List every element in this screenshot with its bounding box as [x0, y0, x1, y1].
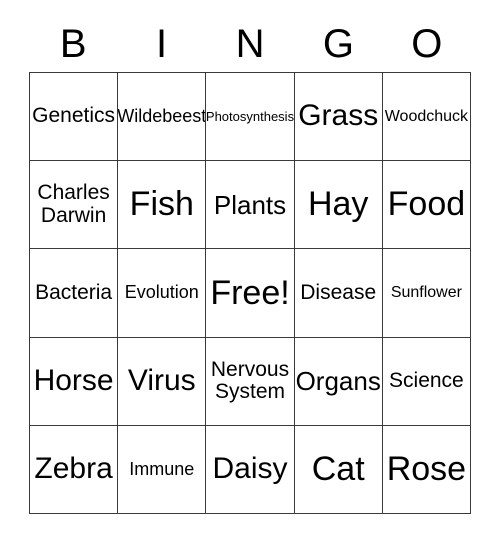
bingo-cell-r4c4[interactable]: Organs	[294, 337, 383, 426]
bingo-header-letter-n: N	[235, 22, 265, 66]
bingo-cell-r2c4[interactable]: Hay	[294, 161, 383, 250]
bingo-cell-r3c2[interactable]: Evolution	[118, 249, 207, 338]
bingo-free-space-label: Free!	[210, 273, 290, 312]
bingo-cell-r1c4[interactable]: Grass	[294, 73, 383, 162]
bingo-cell-label: Genetics	[32, 104, 116, 128]
bingo-cell-label: Virus	[127, 364, 196, 397]
bingo-cell-r4c1[interactable]: Horse	[30, 337, 119, 426]
bingo-cell-r2c5[interactable]: Food	[382, 161, 471, 250]
bingo-grid: Genetics Wildebeest Photosynthesis Grass…	[29, 72, 471, 514]
bingo-cell-r3c5[interactable]: Sunflower	[382, 249, 471, 338]
bingo-cell-label: Woodchuck	[384, 107, 469, 125]
bingo-cell-label: Grass	[298, 99, 379, 133]
bingo-header-letter-g: G	[322, 22, 354, 66]
bingo-cell-r1c3[interactable]: Photosynthesis	[206, 73, 295, 162]
bingo-cell-r5c2[interactable]: Immune	[118, 425, 207, 514]
bingo-cell-label: Nervous System	[210, 357, 290, 404]
bingo-cell-label: Disease	[300, 280, 377, 304]
bingo-cell-r4c3[interactable]: Nervous System	[206, 337, 295, 426]
bingo-cell-label: Bacteria	[35, 280, 113, 304]
bingo-cell-label: Wildebeest	[118, 105, 207, 126]
bingo-cell-label: Daisy	[212, 452, 288, 486]
bingo-cell-label: Horse	[33, 364, 114, 397]
bingo-cell-label: Zebra	[34, 452, 113, 486]
bingo-cell-label: Science	[389, 368, 464, 392]
bingo-cell-r5c4[interactable]: Cat	[294, 425, 383, 514]
bingo-cell-label: Photosynthesis	[206, 108, 295, 124]
bingo-cell-r2c3[interactable]: Plants	[206, 161, 295, 250]
bingo-cell-label: Fish	[129, 185, 194, 224]
bingo-cell-r3c4[interactable]: Disease	[294, 249, 383, 338]
bingo-cell-r3c1[interactable]: Bacteria	[30, 249, 119, 338]
bingo-cell-label: Hay	[307, 185, 369, 224]
bingo-cell-r1c5[interactable]: Woodchuck	[382, 73, 471, 162]
bingo-header-row: B I N G O	[29, 16, 471, 72]
bingo-card: B I N G O Genetics Wildebeest Photosynth…	[0, 0, 500, 544]
bingo-header-letter-o: O	[411, 22, 443, 66]
bingo-cell-r1c2[interactable]: Wildebeest	[118, 73, 207, 162]
bingo-header-letter-i: I	[156, 22, 168, 66]
bingo-cell-r4c5[interactable]: Science	[382, 337, 471, 426]
bingo-cell-r5c5[interactable]: Rose	[382, 425, 471, 514]
bingo-cell-label: Cat	[311, 450, 365, 489]
bingo-cell-label: Rose	[386, 450, 467, 489]
bingo-cell-r4c2[interactable]: Virus	[118, 337, 207, 426]
bingo-cell-label: Sunflower	[390, 284, 462, 302]
bingo-cell-free-space[interactable]: Free!	[206, 249, 295, 338]
bingo-cell-r1c1[interactable]: Genetics	[30, 73, 119, 162]
bingo-cell-label: Food	[387, 185, 466, 224]
bingo-cell-label: Organs	[295, 366, 381, 397]
bingo-header-letter-b: B	[59, 22, 87, 66]
bingo-cell-r5c1[interactable]: Zebra	[30, 425, 119, 514]
bingo-cell-r5c3[interactable]: Daisy	[206, 425, 295, 514]
bingo-cell-label: Plants	[213, 189, 287, 220]
bingo-cell-label: Evolution	[124, 282, 199, 303]
bingo-cell-r2c2[interactable]: Fish	[118, 161, 207, 250]
bingo-cell-label: Charles Darwin	[37, 181, 110, 227]
bingo-cell-label: Immune	[129, 458, 195, 479]
bingo-cell-r2c1[interactable]: Charles Darwin	[30, 161, 119, 250]
